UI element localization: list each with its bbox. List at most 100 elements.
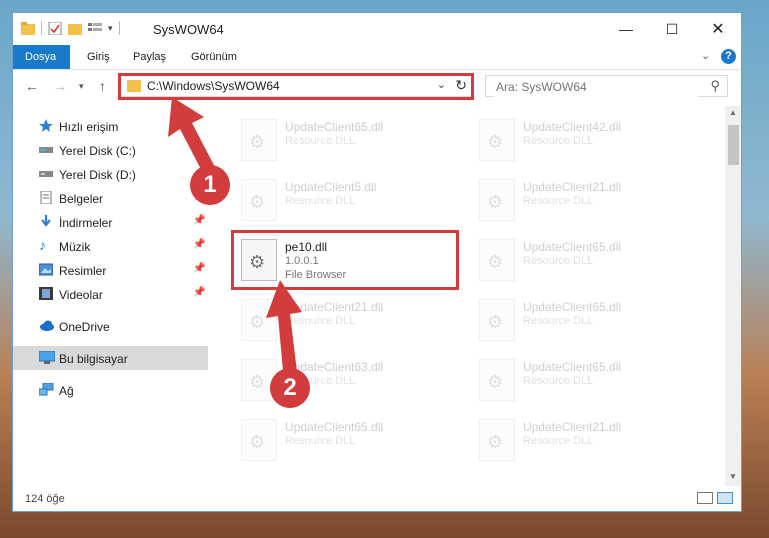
music-icon: ♪ xyxy=(39,237,46,253)
pin-icon[interactable]: 📌 xyxy=(193,215,205,226)
item-count: 124 öğe xyxy=(25,493,65,505)
file-name: UpdateClient65.dll xyxy=(285,120,384,134)
large-icons-view-icon[interactable] xyxy=(717,492,733,504)
search-input[interactable] xyxy=(494,77,698,97)
network-icon xyxy=(38,382,54,396)
dll-file-icon xyxy=(241,119,277,161)
computer-icon xyxy=(38,350,56,364)
folder-icon xyxy=(21,21,35,35)
sidebar-item-videos[interactable]: Videolar 📌 xyxy=(13,282,208,306)
scroll-up-icon[interactable]: ▲ xyxy=(729,108,737,117)
step-badge-2: 2 xyxy=(270,368,310,408)
properties-icon[interactable] xyxy=(48,21,62,35)
pin-icon[interactable]: 📌 xyxy=(193,263,205,274)
pin-icon[interactable]: 📌 xyxy=(193,287,205,298)
sidebar-item-label: İndirmeler xyxy=(59,216,113,230)
downloads-icon xyxy=(39,215,53,228)
file-item[interactable]: UpdateClient42.dll Resource DLL xyxy=(471,112,691,168)
file-description: Resource DLL xyxy=(523,195,594,207)
file-item[interactable]: UpdateClient65.dll Resource DLL xyxy=(471,352,691,408)
dll-file-icon xyxy=(241,179,277,221)
cloud-icon xyxy=(39,319,54,332)
sidebar-item-label: Hızlı erişim xyxy=(59,120,119,134)
sidebar-item-downloads[interactable]: İndirmeler 📌 xyxy=(13,210,208,234)
dll-file-icon xyxy=(479,179,515,221)
tab-share[interactable]: Paylaş xyxy=(121,45,178,69)
customize-dropdown-icon[interactable]: ▾ xyxy=(108,23,113,34)
file-item[interactable]: UpdateClient5.dll Resource DLL xyxy=(233,172,453,228)
details-view-icon[interactable] xyxy=(697,492,713,504)
dll-file-icon xyxy=(479,419,515,461)
search-box[interactable]: ⚲ xyxy=(485,75,728,97)
sidebar-item-network[interactable]: Ağ xyxy=(13,378,208,402)
dll-file-icon xyxy=(241,419,277,461)
sidebar-item-music[interactable]: ♪ Müzik 📌 xyxy=(13,234,208,258)
file-name: UpdateClient65.dll xyxy=(285,420,384,434)
file-description: Resource DLL xyxy=(523,435,594,447)
sidebar-item-label: Ağ xyxy=(59,384,74,398)
file-description: Resource DLL xyxy=(523,375,594,387)
tab-home[interactable]: Giriş xyxy=(75,45,122,69)
recent-locations-icon[interactable]: ▾ xyxy=(79,81,84,92)
maximize-button[interactable]: ☐ xyxy=(649,13,695,45)
title-bar: ▾ SysWOW64 — ☐ ✕ xyxy=(13,13,741,45)
sidebar-item-pictures[interactable]: Resimler 📌 xyxy=(13,258,208,282)
file-name: UpdateClient65.dll xyxy=(523,360,622,374)
close-button[interactable]: ✕ xyxy=(695,13,741,45)
drive-icon xyxy=(39,167,53,180)
file-item[interactable]: UpdateClient65.dll Resource DLL xyxy=(471,292,691,348)
view-options-icon[interactable] xyxy=(88,22,102,35)
file-description: Resource DLL xyxy=(523,255,594,267)
file-name: UpdateClient65.dll xyxy=(523,300,622,314)
dll-file-icon xyxy=(479,119,515,161)
pictures-icon xyxy=(38,263,54,276)
file-item[interactable]: UpdateClient21.dll Resource DLL xyxy=(471,412,691,468)
search-icon[interactable]: ⚲ xyxy=(710,78,720,94)
tab-view[interactable]: Görünüm xyxy=(179,45,249,69)
star-icon xyxy=(39,119,53,132)
file-name: UpdateClient42.dll xyxy=(523,120,622,134)
new-folder-icon[interactable] xyxy=(68,22,82,35)
up-arrow-icon[interactable]: ↑ xyxy=(99,78,106,94)
dll-file-icon xyxy=(479,299,515,341)
dll-file-icon xyxy=(479,359,515,401)
file-description: Resource DLL xyxy=(285,435,356,447)
file-name: UpdateClient5.dll xyxy=(285,180,377,194)
sidebar-item-documents[interactable]: Belgeler 📌 xyxy=(13,186,208,210)
ribbon-tabs: Dosya Giriş Paylaş Görünüm ⌄ ? xyxy=(13,45,741,70)
minimize-button[interactable]: — xyxy=(603,13,649,45)
file-item[interactable]: UpdateClient21.dll Resource DLL xyxy=(471,172,691,228)
file-item[interactable]: UpdateClient65.dll Resource DLL xyxy=(471,232,691,288)
window-title: SysWOW64 xyxy=(153,22,224,37)
file-item[interactable]: UpdateClient65.dll Resource DLL xyxy=(233,112,453,168)
quick-access-toolbar: ▾ xyxy=(21,21,120,35)
file-description: Resource DLL xyxy=(285,195,356,207)
sidebar-item-label: Belgeler xyxy=(59,192,104,206)
forward-arrow-icon[interactable]: → xyxy=(53,78,67,94)
scroll-thumb[interactable] xyxy=(728,125,739,165)
sidebar-item-this-pc[interactable]: Bu bilgisayar xyxy=(13,346,208,370)
file-description: Resource DLL xyxy=(285,135,356,147)
tab-file[interactable]: Dosya xyxy=(13,45,70,69)
status-bar: 124 öğe xyxy=(13,487,741,511)
videos-icon xyxy=(39,287,53,300)
sidebar-item-label: Müzik xyxy=(59,240,91,254)
sidebar-item-label: OneDrive xyxy=(59,320,110,334)
vertical-scrollbar[interactable]: ▲ ▼ xyxy=(725,106,741,486)
pin-icon[interactable]: 📌 xyxy=(193,239,205,250)
sidebar-item-label: Videolar xyxy=(59,288,103,302)
file-name: UpdateClient65.dll xyxy=(523,240,622,254)
back-arrow-icon[interactable]: ← xyxy=(25,78,39,94)
scroll-down-icon[interactable]: ▼ xyxy=(729,472,737,481)
divider xyxy=(118,21,120,35)
sidebar-item-label: Bu bilgisayar xyxy=(59,352,128,366)
sidebar-item-label: Yerel Disk (D:) xyxy=(59,168,136,182)
sidebar-item-onedrive[interactable]: OneDrive xyxy=(13,314,208,338)
step-badge-1: 1 xyxy=(190,165,230,205)
expand-ribbon-icon[interactable]: ⌄ xyxy=(701,49,710,62)
drive-icon xyxy=(39,143,53,156)
file-item[interactable]: UpdateClient65.dll Resource DLL xyxy=(233,412,453,468)
sidebar-item-label: Yerel Disk (C:) xyxy=(59,144,136,158)
file-description: Resource DLL xyxy=(523,135,594,147)
help-icon[interactable]: ? xyxy=(721,49,736,64)
